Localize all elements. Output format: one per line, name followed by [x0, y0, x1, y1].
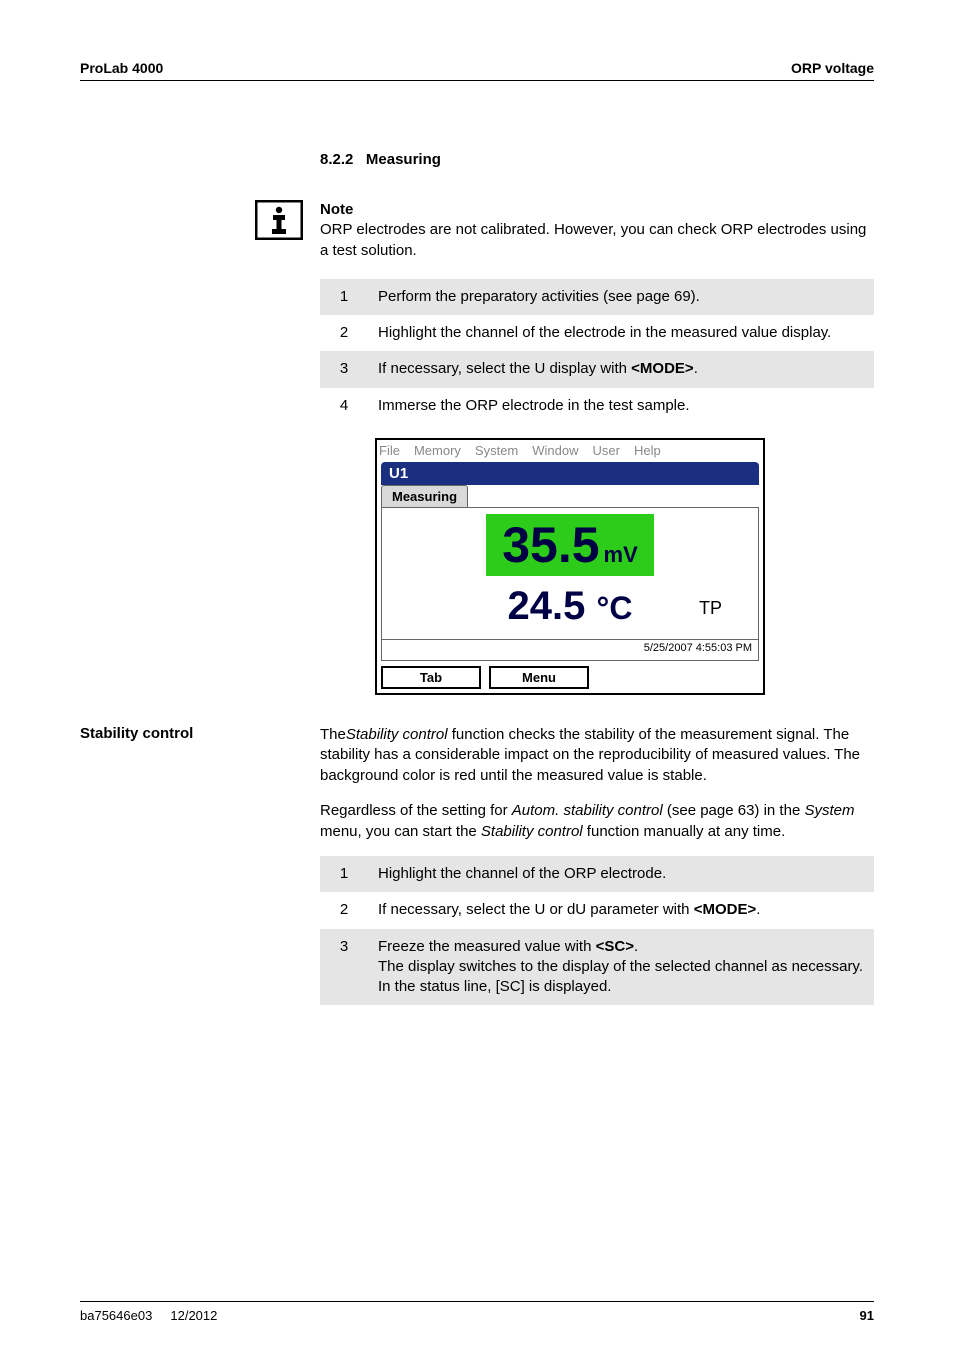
menu-system[interactable]: System	[475, 443, 518, 458]
menu-file[interactable]: File	[379, 443, 400, 458]
steps-table-2: 1 Highlight the channel of the ORP elect…	[320, 856, 874, 1005]
temp-unit: °C	[597, 590, 633, 626]
info-icon	[255, 200, 303, 240]
step-number: 3	[320, 929, 368, 1006]
status-timestamp: 5/25/2007 4:55:03 PM	[382, 639, 758, 656]
step-text: Freeze the measured value with <SC>. The…	[368, 929, 874, 1006]
footer-page-number: 91	[860, 1308, 874, 1323]
menubar: File Memory System Window User Help	[377, 440, 763, 460]
tp-label: TP	[699, 598, 722, 619]
section-title: Measuring	[366, 151, 441, 168]
tab-button[interactable]: Tab	[381, 666, 481, 689]
menu-button[interactable]: Menu	[489, 666, 589, 689]
step-number: 2	[320, 315, 368, 351]
tab-measuring[interactable]: Measuring	[381, 485, 468, 507]
header-right: ORP voltage	[791, 60, 874, 76]
step-number: 1	[320, 279, 368, 315]
section-number: 8.2.2	[320, 151, 353, 168]
device-screenshot: File Memory System Window User Help U1 M…	[375, 438, 765, 695]
step-text: If necessary, select the U or dU paramet…	[368, 892, 874, 928]
note-body: ORP electrodes are not calibrated. Howev…	[320, 221, 866, 258]
step-number: 4	[320, 388, 368, 424]
reading-panel: 35.5mV 24.5 °C TP 5/25/2007 4:55:03 PM	[381, 507, 759, 661]
step-number: 1	[320, 856, 368, 892]
main-reading: 35.5mV	[486, 514, 654, 576]
footer-date: 12/2012	[170, 1308, 217, 1323]
page-footer: ba75646e03 12/2012 91	[80, 1301, 874, 1323]
channel-title: U1	[381, 462, 759, 485]
temp-value: 24.5	[508, 584, 586, 628]
step-text: Highlight the channel of the ORP electro…	[368, 856, 874, 892]
menu-help[interactable]: Help	[634, 443, 661, 458]
main-unit: mV	[604, 542, 638, 568]
step-text: Highlight the channel of the electrode i…	[368, 315, 874, 351]
step-text: If necessary, select the U display with …	[368, 351, 874, 387]
footer-docnum: ba75646e03	[80, 1308, 152, 1323]
stability-paragraph-1: TheStability control function checks the…	[320, 725, 874, 787]
step-number: 2	[320, 892, 368, 928]
steps-table-1: 1 Perform the preparatory activities (se…	[320, 279, 874, 424]
temperature-reading: 24.5 °C TP	[382, 580, 758, 639]
step-text: Immerse the ORP electrode in the test sa…	[368, 388, 874, 424]
note-label: Note	[320, 200, 874, 220]
main-value: 35.5	[502, 516, 599, 574]
header-left: ProLab 4000	[80, 60, 163, 76]
side-heading-stability: Stability control	[80, 725, 193, 742]
step-number: 3	[320, 351, 368, 387]
step-text: Perform the preparatory activities (see …	[368, 279, 874, 315]
menu-window[interactable]: Window	[532, 443, 578, 458]
menu-user[interactable]: User	[593, 443, 620, 458]
menu-memory[interactable]: Memory	[414, 443, 461, 458]
stability-paragraph-2: Regardless of the setting for Autom. sta…	[320, 801, 874, 842]
section-heading: 8.2.2 Measuring	[320, 151, 874, 168]
note-block: Note ORP electrodes are not calibrated. …	[320, 200, 874, 261]
